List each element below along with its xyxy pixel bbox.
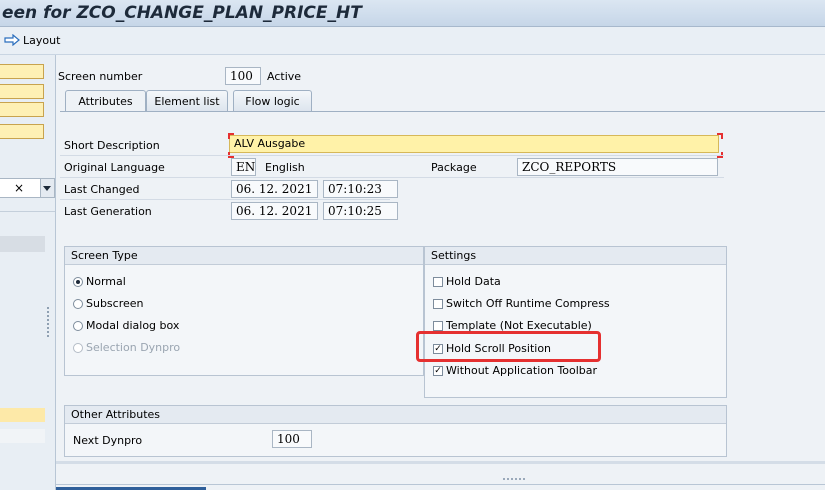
radio-modal-label: Modal dialog box: [86, 319, 180, 332]
left-field-3[interactable]: [0, 102, 44, 117]
title-bar: een for ZCO_CHANGE_PLAN_PRICE_HT: [0, 0, 825, 27]
next-dynpro-field[interactable]: 100: [272, 430, 312, 448]
left-pane: ×: [0, 55, 56, 490]
last-changed-date[interactable]: 06. 12. 2021: [231, 180, 318, 198]
highlight-annotation: [416, 331, 601, 362]
screen-type-group: Screen Type Normal Subscreen Modal dialo…: [64, 246, 424, 376]
package-field[interactable]: ZCO_REPORTS: [517, 158, 718, 176]
checkbox-box[interactable]: [433, 298, 443, 309]
other-attributes-group: Other Attributes Next Dynpro 100: [64, 405, 727, 457]
left-field-1[interactable]: [0, 64, 44, 79]
left-dropdown[interactable]: ×: [0, 178, 55, 198]
layout-button[interactable]: Layout: [4, 32, 60, 48]
language-code-field[interactable]: EN: [231, 158, 256, 176]
chevron-down-icon: [43, 186, 51, 191]
radio-normal-label: Normal: [86, 275, 126, 288]
checkbox-box[interactable]: [433, 276, 443, 287]
left-divider: [0, 211, 55, 212]
radio-normal[interactable]: Normal: [73, 275, 126, 288]
resize-handle[interactable]: [503, 478, 525, 482]
window-title: een for ZCO_CHANGE_PLAN_PRICE_HT: [2, 3, 362, 23]
left-selected-node[interactable]: [0, 408, 45, 422]
checkbox-hold-data[interactable]: Hold Data: [433, 275, 501, 288]
focus-corner: [228, 133, 234, 139]
hold-data-label: Hold Data: [446, 275, 501, 288]
last-generation-time[interactable]: 07:10:25: [323, 202, 398, 220]
last-generation-date[interactable]: 06. 12. 2021: [231, 202, 318, 220]
radio-dot: [73, 342, 83, 353]
tab-element-list[interactable]: Element list: [146, 90, 228, 111]
radio-modal-dialog[interactable]: Modal dialog box: [73, 319, 179, 332]
tab-flow-logic[interactable]: Flow logic: [233, 90, 312, 111]
package-label: Package: [431, 161, 477, 174]
row-divider: [60, 155, 724, 156]
dropdown-button[interactable]: [40, 179, 54, 197]
status-text: Active: [267, 70, 302, 83]
radio-dot[interactable]: [73, 276, 83, 287]
left-tree-header: [0, 236, 45, 252]
radio-dot[interactable]: [73, 298, 83, 309]
screen-type-header: Screen Type: [65, 247, 423, 265]
screen-number-label: Screen number: [58, 70, 143, 83]
radio-dot[interactable]: [73, 320, 83, 331]
checkbox-switch-off-runtime[interactable]: Switch Off Runtime Compress: [433, 297, 610, 310]
toolbar: Layout: [0, 27, 825, 55]
layout-label: Layout: [23, 33, 61, 47]
radio-subscreen-label: Subscreen: [86, 297, 144, 310]
row-divider: [60, 199, 390, 200]
without-toolbar-label: Without Application Toolbar: [446, 364, 598, 377]
radio-selection-dynpro: Selection Dynpro: [73, 341, 180, 354]
settings-group: Settings Hold Data Switch Off Runtime Co…: [424, 246, 727, 398]
checkbox-without-toolbar[interactable]: ✓ Without Application Toolbar: [433, 364, 597, 377]
separator: [56, 461, 825, 464]
main-panel: Screen number 100 Active Attributes Elem…: [56, 55, 825, 490]
splitter-handle[interactable]: [47, 307, 51, 337]
last-generation-label: Last Generation: [64, 205, 152, 218]
screen-number-field[interactable]: 100: [225, 67, 261, 85]
language-name: English: [265, 161, 305, 174]
radio-subscreen[interactable]: Subscreen: [73, 297, 144, 310]
original-language-label: Original Language: [64, 161, 165, 174]
tab-attributes[interactable]: Attributes: [65, 90, 146, 112]
arrow-right-icon: [4, 34, 20, 46]
short-description-label: Short Description: [64, 139, 160, 152]
left-field-4[interactable]: [0, 124, 44, 139]
clear-icon[interactable]: ×: [14, 181, 24, 195]
next-dynpro-label: Next Dynpro: [73, 434, 143, 447]
short-description-field[interactable]: ALV Ausgabe: [229, 135, 719, 153]
settings-header: Settings: [425, 247, 726, 265]
last-changed-time[interactable]: 07:10:23: [323, 180, 398, 198]
checkbox-box[interactable]: [433, 320, 443, 331]
last-changed-label: Last Changed: [64, 183, 140, 196]
left-field-2[interactable]: [0, 84, 44, 99]
switch-off-label: Switch Off Runtime Compress: [446, 297, 610, 310]
row-divider: [60, 177, 724, 178]
focus-corner: [717, 133, 723, 139]
other-attributes-header: Other Attributes: [65, 406, 726, 424]
checkmark-icon[interactable]: ✓: [433, 365, 443, 376]
bottom-border: [56, 484, 825, 485]
left-tree-node[interactable]: [0, 429, 45, 443]
radio-selection-label: Selection Dynpro: [86, 341, 181, 354]
